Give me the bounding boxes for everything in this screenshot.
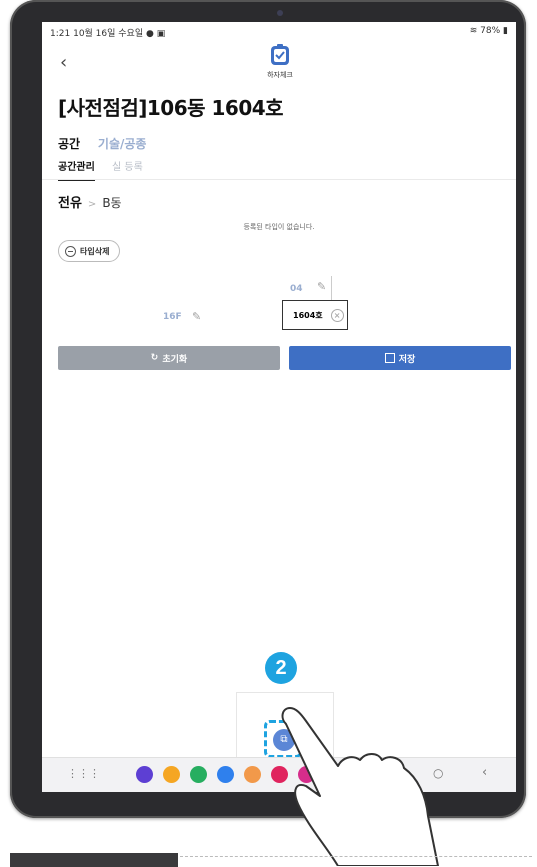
type-delete-label: 타입삭제 — [80, 246, 110, 256]
status-time: 1:21 — [50, 29, 71, 39]
sub-tabs: 공간관리 실 등록 — [58, 158, 157, 181]
dock-icon-messages[interactable] — [217, 766, 234, 783]
status-date: 10월 16일 수요일 — [73, 29, 144, 39]
status-bar: 1:21 10월 16일 수요일 ● ▣ ≋ 78% ▮ — [50, 26, 508, 40]
breadcrumb-root[interactable]: 전유 — [58, 196, 82, 211]
edit-floor-pencil-icon[interactable]: ✎ — [192, 310, 201, 323]
breadcrumb-separator: > — [87, 199, 97, 210]
floor-row-label: 16F — [163, 312, 182, 322]
front-camera — [277, 10, 283, 16]
save-label: 저장 — [398, 354, 416, 365]
reset-button[interactable]: ↻ 초기화 — [58, 346, 280, 370]
minus-circle-icon — [65, 245, 76, 257]
grid-divider — [331, 276, 332, 302]
save-button[interactable]: 저장 — [289, 346, 511, 370]
wifi-icon: ≋ — [469, 26, 478, 36]
battery-icon: ▮ — [503, 26, 508, 36]
main-tabs: 공간 기술/공종 — [58, 135, 160, 152]
step-badge: 2 — [265, 652, 297, 684]
type-delete-button[interactable]: 타입삭제 — [58, 240, 121, 262]
tab-space-management[interactable]: 공간관리 — [58, 158, 95, 181]
chevron-left-icon: ‹ — [60, 52, 68, 73]
reset-label: 초기화 — [162, 354, 188, 365]
dock-icon-phone[interactable] — [190, 766, 207, 783]
room-label: 1604호 — [293, 310, 323, 320]
battery-level: 78% — [480, 26, 501, 36]
bottom-dashed-line — [180, 856, 532, 857]
dock-icon-folder[interactable] — [163, 766, 180, 783]
tabs-divider — [42, 179, 516, 180]
empty-type-message: 등록된 타입이 없습니다. — [243, 223, 315, 231]
dock-icon-internet[interactable] — [136, 766, 153, 783]
back-button[interactable]: ‹ — [60, 52, 67, 73]
bottom-dark-bar — [10, 853, 178, 867]
save-icon — [384, 353, 395, 363]
refresh-icon: ↻ — [150, 353, 159, 363]
dock-icon-contacts[interactable] — [244, 766, 261, 783]
tab-trade[interactable]: 기술/공종 — [98, 135, 147, 152]
screen: 1:21 10월 16일 수요일 ● ▣ ≋ 78% ▮ 하자체크 ‹ [사전점… — [42, 22, 516, 792]
unit-column-label: 04 — [290, 284, 303, 294]
room-cell[interactable]: 1604호 × — [282, 300, 348, 330]
page-title: [사전점검]106동 1604호 — [58, 96, 284, 120]
notification-icons: ● ▣ — [146, 29, 166, 39]
app-name: 하자체크 — [267, 71, 293, 79]
close-circle-icon[interactable]: × — [330, 308, 344, 322]
tab-space[interactable]: 공간 — [58, 135, 80, 152]
breadcrumb: 전유 > B동 — [58, 192, 122, 211]
apps-grid-icon[interactable]: ⋮⋮⋮ — [67, 767, 100, 780]
breadcrumb-leaf[interactable]: B동 — [102, 196, 121, 210]
app-logo-icon — [271, 44, 289, 65]
pointing-hand-icon — [281, 707, 439, 866]
edit-unit-pencil-icon[interactable]: ✎ — [317, 280, 326, 293]
tab-room-register[interactable]: 실 등록 — [112, 158, 143, 179]
back-nav-icon[interactable]: ‹ — [482, 765, 487, 780]
